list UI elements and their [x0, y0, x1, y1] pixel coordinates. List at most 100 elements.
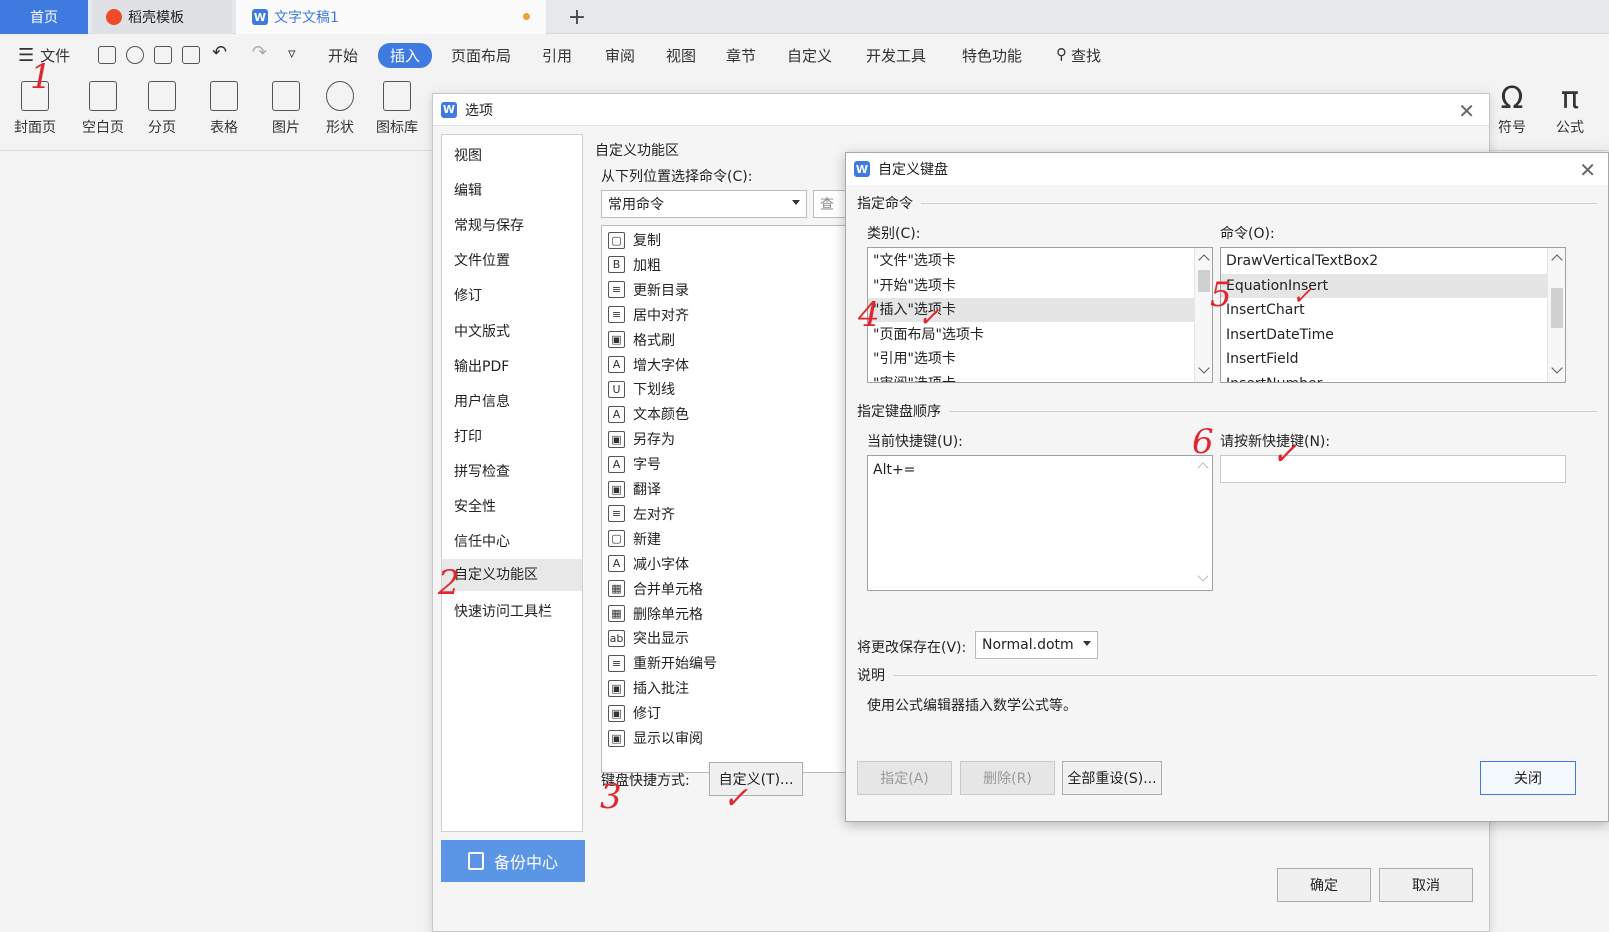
ok-button[interactable]: 确定 [1277, 868, 1371, 902]
page-break-button[interactable]: 分页 [148, 81, 176, 137]
scroll-thumb[interactable] [1551, 288, 1563, 328]
new-tab-button[interactable]: + [560, 0, 594, 34]
command-item[interactable]: ≡ 左对齐 [608, 502, 675, 526]
nav-general-save[interactable]: 常规与保存 [454, 215, 524, 235]
assign-button[interactable]: 指定(A) [857, 761, 952, 795]
command-item[interactable]: ▢ 新建 [608, 527, 661, 551]
scroll-down-icon[interactable] [1198, 362, 1210, 374]
nav-quick-access-toolbar[interactable]: 快速访问工具栏 [454, 601, 552, 621]
category-item[interactable]: "审阅"选项卡 [873, 372, 956, 383]
menu-page-layout[interactable]: 页面布局 [451, 45, 511, 66]
command-list-item[interactable]: InsertDateTime [1226, 323, 1334, 347]
command-item[interactable]: A 增大字体 [608, 353, 689, 377]
reset-all-button[interactable]: 全部重设(S)... [1062, 761, 1162, 795]
nav-spell-check[interactable]: 拼写检查 [454, 461, 510, 481]
command-item[interactable]: ab 突出显示 [608, 626, 689, 650]
tab-document[interactable]: W 文字文稿1 [236, 0, 546, 34]
command-item[interactable]: B 加粗 [608, 253, 661, 277]
category-item[interactable]: "页面布局"选项卡 [873, 323, 984, 347]
category-item[interactable]: "插入"选项卡 [868, 298, 1195, 322]
tab-daoke-template[interactable]: 稻壳模板 [92, 0, 232, 34]
command-item[interactable]: ≡ 重新开始编号 [608, 651, 717, 675]
nav-user-info[interactable]: 用户信息 [454, 391, 510, 411]
command-list-item[interactable]: InsertNumber [1226, 372, 1322, 383]
save-in-select[interactable]: Normal.dotm [975, 631, 1098, 659]
current-keys-list[interactable]: Alt+= [867, 455, 1213, 591]
cancel-button[interactable]: 取消 [1379, 868, 1473, 902]
command-item[interactable]: ▣ 另存为 [608, 427, 675, 451]
symbol-button[interactable]: Ω 符号 [1498, 81, 1526, 137]
search-command[interactable]: ⚲ 查找 [1056, 45, 1101, 66]
category-item[interactable]: "文件"选项卡 [873, 249, 956, 273]
table-button[interactable]: 表格 [210, 81, 238, 137]
print-preview-icon[interactable] [126, 46, 144, 64]
close-button[interactable]: 关闭 [1480, 761, 1576, 795]
scroll-down-icon[interactable] [1551, 362, 1563, 374]
scroll-thumb[interactable] [1198, 270, 1210, 292]
backup-center-button[interactable]: 备份中心 [441, 840, 585, 882]
current-key-item[interactable]: Alt+= [873, 458, 915, 482]
command-item[interactable]: ▢ 复制 [608, 228, 661, 252]
file-menu[interactable]: ☰ 文件 [18, 45, 70, 66]
nav-edit[interactable]: 编辑 [454, 180, 482, 200]
command-item[interactable]: ▣ 显示以审阅 [608, 726, 703, 750]
command-item[interactable]: ≡ 更新目录 [608, 278, 689, 302]
menu-start[interactable]: 开始 [328, 45, 358, 66]
command-list-item[interactable]: EquationInsert [1221, 273, 1548, 298]
nav-file-location[interactable]: 文件位置 [454, 250, 510, 270]
undo-icon[interactable]: ↶ [212, 42, 227, 63]
nav-print[interactable]: 打印 [454, 426, 482, 446]
menu-custom[interactable]: 自定义 [787, 45, 832, 66]
command-item[interactable]: A 减小字体 [608, 552, 689, 576]
command-list-item[interactable]: DrawVerticalTextBox2 [1226, 249, 1378, 273]
command-item[interactable]: A 字号 [608, 452, 661, 476]
command-list[interactable]: DrawVerticalTextBox2 EquationInsert Insert… [1220, 247, 1566, 383]
command-scrollbar[interactable] [1547, 248, 1565, 382]
equation-button[interactable]: π 公式 [1556, 81, 1584, 137]
command-item[interactable]: ▣ 翻译 [608, 477, 661, 501]
scroll-up-icon[interactable] [1198, 254, 1210, 266]
category-item[interactable]: "开始"选项卡 [873, 274, 956, 298]
scroll-up-icon[interactable] [1551, 254, 1563, 266]
nav-revision[interactable]: 修订 [454, 285, 482, 305]
nav-security[interactable]: 安全性 [454, 496, 496, 516]
nav-chinese-layout[interactable]: 中文版式 [454, 321, 510, 341]
blank-page-button[interactable]: 空白页 [82, 81, 124, 137]
category-scrollbar[interactable] [1194, 248, 1212, 382]
menu-developer[interactable]: 开发工具 [866, 45, 926, 66]
nav-customize-ribbon[interactable]: 自定义功能区 [442, 559, 582, 591]
command-item[interactable]: ▣ 插入批注 [608, 676, 689, 700]
customize-shortcut-button[interactable]: 自定义(T)... [709, 762, 803, 796]
redo-icon[interactable]: ↷ [252, 42, 267, 63]
menu-section[interactable]: 章节 [726, 45, 756, 66]
category-item[interactable]: "引用"选项卡 [873, 347, 956, 371]
command-item[interactable]: ▦ 合并单元格 [608, 577, 703, 601]
nav-view[interactable]: 视图 [454, 145, 482, 165]
save-icon[interactable] [98, 46, 116, 64]
print-icon[interactable] [154, 46, 172, 64]
command-item[interactable]: ≡ 居中对齐 [608, 303, 689, 327]
command-item[interactable]: ▣ 修订 [608, 701, 661, 725]
picture-button[interactable]: 图片 [272, 81, 300, 137]
command-item[interactable]: A 文本颜色 [608, 402, 689, 426]
command-list-item[interactable]: InsertChart [1226, 298, 1305, 322]
new-key-input[interactable] [1220, 455, 1566, 483]
menu-references[interactable]: 引用 [542, 45, 572, 66]
cover-page-button[interactable]: 封面页 [14, 81, 56, 137]
command-list-item[interactable]: InsertField [1226, 347, 1298, 371]
shape-button[interactable]: 形状 [326, 81, 354, 137]
nav-trust-center[interactable]: 信任中心 [454, 531, 510, 551]
close-icon[interactable]: ✕ [1579, 158, 1596, 182]
menu-features[interactable]: 特色功能 [962, 45, 1022, 66]
close-icon[interactable]: ✕ [1458, 99, 1475, 123]
category-list[interactable]: "文件"选项卡"开始"选项卡"插入"选项卡"页面布局"选项卡"引用"选项卡"审阅… [867, 247, 1213, 383]
zoom-icon[interactable] [182, 46, 200, 64]
tab-home[interactable]: 首页 [0, 0, 88, 34]
command-item[interactable]: ▣ 格式刷 [608, 328, 675, 352]
choose-commands-select[interactable]: 常用命令 [601, 190, 807, 218]
nav-export-pdf[interactable]: 输出PDF [454, 356, 509, 376]
command-item[interactable]: ▦ 删除单元格 [608, 602, 703, 626]
command-item[interactable]: U 下划线 [608, 377, 675, 401]
quick-access-more-icon[interactable]: ▿ [288, 44, 296, 62]
remove-button[interactable]: 删除(R) [960, 761, 1055, 795]
